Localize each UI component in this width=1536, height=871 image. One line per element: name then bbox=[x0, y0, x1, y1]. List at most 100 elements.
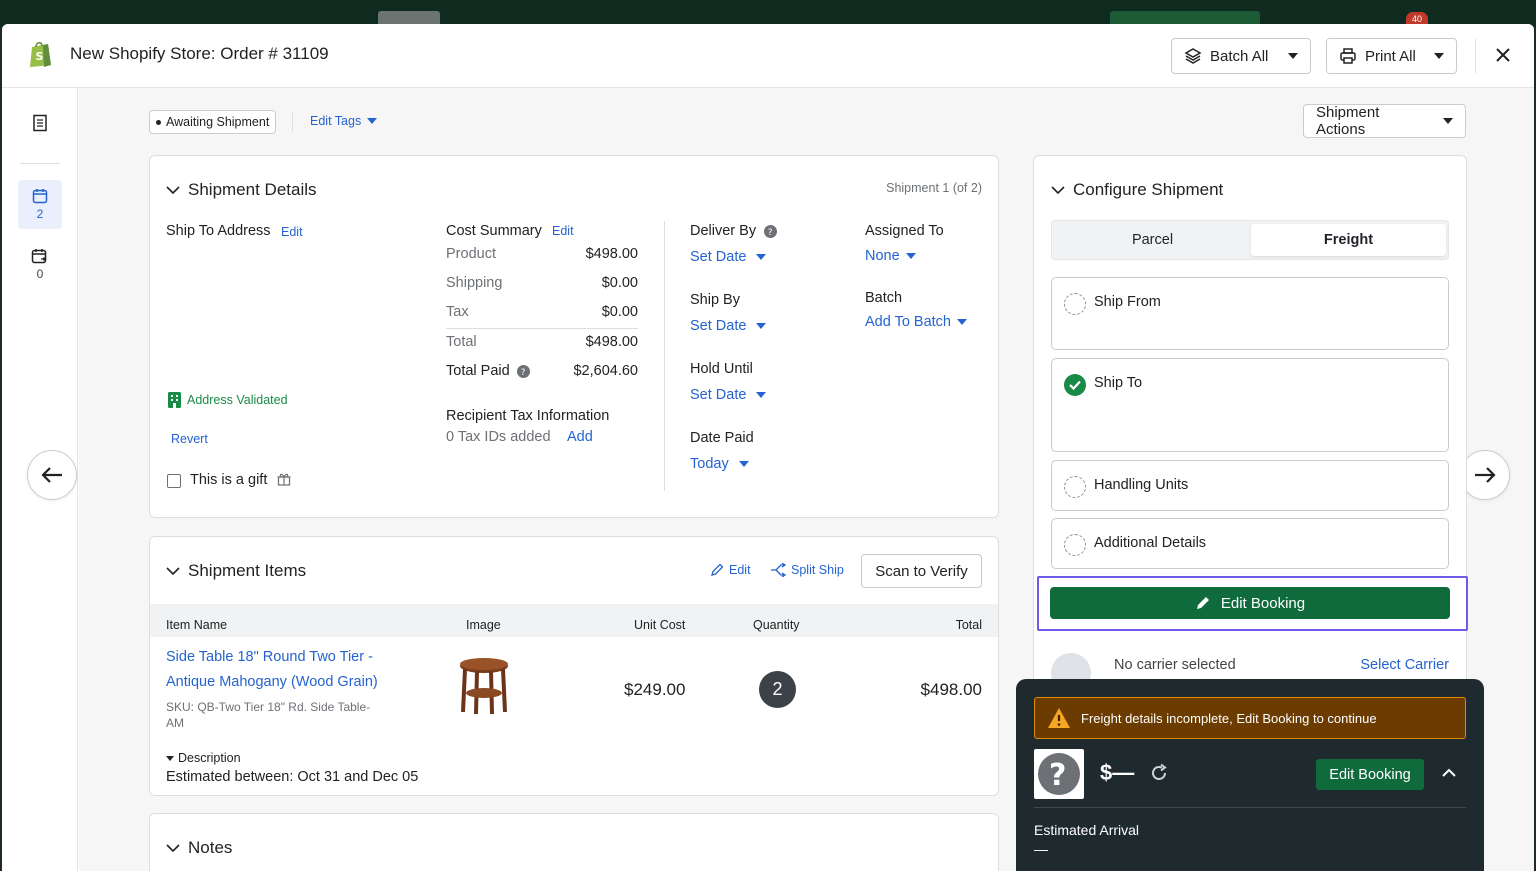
edit-tags-dropdown[interactable]: Edit Tags bbox=[310, 114, 378, 128]
chevron-down-icon bbox=[1434, 53, 1444, 59]
batch-value: Add To Batch bbox=[865, 314, 951, 330]
item-name-link[interactable]: Side Table 18" Round Two Tier - bbox=[166, 649, 373, 665]
gift-checkbox[interactable] bbox=[167, 474, 181, 488]
quantity-badge: 2 bbox=[759, 671, 796, 708]
calendar-icon bbox=[32, 189, 48, 204]
cost-summary-title: Cost Summary bbox=[446, 223, 542, 239]
next-order-button[interactable] bbox=[1460, 450, 1510, 500]
step-additional-details[interactable]: Additional Details bbox=[1051, 518, 1449, 569]
chevron-down-icon bbox=[905, 253, 916, 259]
help-icon[interactable]: ? bbox=[517, 365, 530, 378]
split-ship-label: Split Ship bbox=[791, 563, 844, 577]
notes-header[interactable]: Notes bbox=[166, 838, 232, 858]
item-name-link[interactable]: Antique Mahogany (Wood Grain) bbox=[166, 674, 378, 690]
side-table-image bbox=[460, 658, 508, 715]
cost-summary-edit-link[interactable]: Edit bbox=[552, 224, 574, 238]
warning-icon bbox=[1048, 708, 1070, 728]
chevron-down-icon bbox=[1051, 186, 1065, 195]
refresh-icon[interactable] bbox=[1149, 763, 1169, 783]
description-toggle[interactable]: Description bbox=[166, 751, 241, 765]
chevron-down-icon bbox=[367, 118, 378, 124]
ship-by-dropdown[interactable]: Set Date bbox=[690, 318, 767, 334]
svg-text:?: ? bbox=[768, 228, 773, 238]
cost-row-label: Total bbox=[446, 334, 477, 350]
sidebar-item-returns[interactable]: 0 bbox=[18, 248, 62, 288]
print-all-button[interactable]: Print All bbox=[1326, 38, 1457, 74]
assigned-to-dropdown[interactable]: None bbox=[865, 248, 916, 264]
chevron-down-icon bbox=[1288, 53, 1298, 59]
ship-to-edit-link[interactable]: Edit bbox=[281, 225, 303, 239]
cost-row-value: $0.00 bbox=[601, 275, 638, 291]
ship-to-label: Ship To Address bbox=[166, 223, 271, 239]
ship-by-value: Set Date bbox=[690, 318, 747, 334]
estimated-arrival-value: — bbox=[1034, 841, 1048, 857]
shipment-items-header[interactable]: Shipment Items bbox=[166, 561, 306, 581]
date-paid-label: Date Paid bbox=[690, 430, 754, 446]
date-paid-dropdown[interactable]: Today bbox=[690, 456, 749, 472]
shipment-actions-label: Shipment Actions bbox=[1316, 104, 1380, 138]
add-to-batch-dropdown[interactable]: Add To Batch bbox=[865, 314, 967, 330]
notes-card: Notes bbox=[149, 813, 999, 871]
add-tax-id-link[interactable]: Add bbox=[567, 429, 593, 445]
shipment-details-header[interactable]: Shipment Details bbox=[166, 180, 317, 200]
tag-divider bbox=[292, 112, 293, 132]
close-icon[interactable] bbox=[1492, 44, 1514, 66]
sidebar-count: 0 bbox=[36, 267, 44, 281]
revert-link[interactable]: Revert bbox=[171, 432, 208, 446]
pencil-icon bbox=[711, 563, 724, 576]
edit-tags-label: Edit Tags bbox=[310, 114, 362, 128]
cost-divider bbox=[446, 328, 638, 329]
tab-parcel[interactable]: Parcel bbox=[1055, 224, 1250, 256]
card-title: Notes bbox=[188, 838, 233, 857]
tab-freight[interactable]: Freight bbox=[1251, 224, 1446, 256]
background-app-bar: 40 bbox=[0, 0, 1536, 26]
previous-order-button[interactable] bbox=[27, 450, 77, 500]
help-icon[interactable]: ? bbox=[764, 225, 777, 238]
recipient-tax-title: Recipient Tax Information bbox=[446, 408, 610, 424]
step-ship-from[interactable]: Ship From bbox=[1051, 277, 1449, 350]
select-carrier-link[interactable]: Select Carrier bbox=[1360, 657, 1449, 673]
print-all-label: Print All bbox=[1365, 47, 1416, 65]
pencil-icon bbox=[1196, 597, 1209, 609]
column-header: Item Name bbox=[166, 618, 228, 632]
card-title: Configure Shipment bbox=[1073, 180, 1224, 199]
step-handling-units[interactable]: Handling Units bbox=[1051, 460, 1449, 511]
configure-shipment-header[interactable]: Configure Shipment bbox=[1051, 180, 1223, 200]
edit-items-label: Edit bbox=[729, 563, 751, 577]
status-badge[interactable]: Awaiting Shipment bbox=[149, 110, 277, 134]
estimated-arrival-label: Estimated Arrival bbox=[1034, 822, 1140, 838]
cost-row-label: Shipping bbox=[446, 275, 503, 291]
ship-by-label: Ship By bbox=[690, 292, 740, 308]
sidebar-item-shipments[interactable]: 2 bbox=[18, 180, 62, 229]
sidebar-item-order-details[interactable] bbox=[18, 114, 62, 142]
edit-booking-button[interactable]: Edit Booking bbox=[1316, 759, 1424, 790]
scan-to-verify-label: Scan to Verify bbox=[875, 562, 968, 580]
step-ship-to[interactable]: Ship To bbox=[1051, 358, 1449, 452]
header-divider bbox=[1475, 39, 1476, 73]
edit-booking-button[interactable]: Edit Booking bbox=[1050, 587, 1450, 619]
shipment-details-card: Shipment Details Shipment 1 (of 2) Ship … bbox=[149, 155, 999, 518]
total-paid-label: Total Paid bbox=[446, 363, 510, 379]
batch-label: Batch bbox=[865, 290, 903, 306]
hold-until-value: Set Date bbox=[690, 387, 747, 403]
column-header: Unit Cost bbox=[634, 618, 686, 632]
address-validated-text: Address Validated bbox=[187, 393, 288, 407]
hold-until-dropdown[interactable]: Set Date bbox=[690, 387, 767, 403]
shipment-actions-button[interactable]: Shipment Actions bbox=[1303, 104, 1466, 138]
chevron-down-icon bbox=[166, 755, 174, 761]
scan-to-verify-button[interactable]: Scan to Verify bbox=[861, 554, 982, 588]
chevron-up-icon[interactable] bbox=[1441, 768, 1457, 778]
card-title: Shipment Details bbox=[188, 180, 317, 199]
chevron-down-icon bbox=[756, 392, 767, 398]
svg-text:S: S bbox=[36, 50, 44, 63]
date-paid-value: Today bbox=[690, 456, 729, 472]
carrier-logo-placeholder: ? bbox=[1034, 749, 1084, 799]
deliver-by-dropdown[interactable]: Set Date bbox=[690, 249, 767, 265]
batch-all-button[interactable]: Batch All bbox=[1171, 38, 1311, 74]
split-ship-button[interactable]: Split Ship bbox=[770, 563, 844, 577]
modal-header: S New Shopify Store: Order # 31109 Batch… bbox=[2, 24, 1534, 88]
arrow-right-icon bbox=[1475, 467, 1496, 483]
edit-items-button[interactable]: Edit bbox=[710, 563, 751, 577]
deliver-by-label: Deliver By bbox=[690, 223, 757, 239]
order-modal: S New Shopify Store: Order # 31109 Batch… bbox=[2, 24, 1534, 871]
